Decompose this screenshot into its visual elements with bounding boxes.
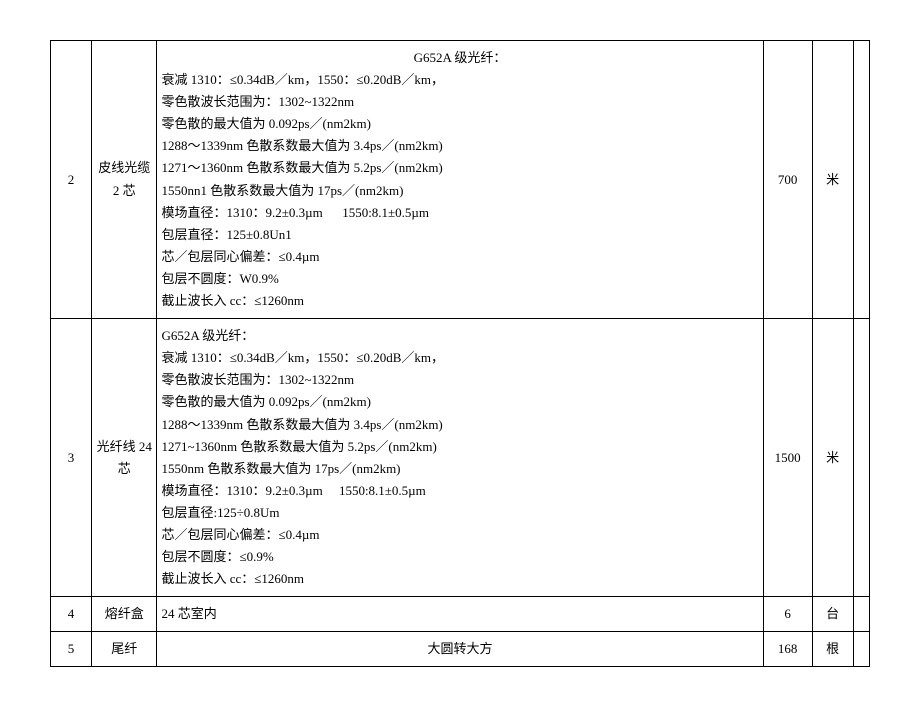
cell-num: 5 xyxy=(51,632,92,667)
cell-extra xyxy=(853,597,869,632)
spec-line: 截止波长入 cc：≤1260nm xyxy=(161,290,758,312)
cell-unit: 台 xyxy=(812,597,853,632)
spec-line: 模场直径：1310：9.2±0.3µm 1550:8.1±0.5µm xyxy=(161,202,758,224)
cell-extra xyxy=(853,632,869,667)
spec-line: 芯／包层同心偏差：≤0.4µm xyxy=(161,524,758,546)
spec-line: G652A 级光纤： xyxy=(161,325,758,347)
spec-line: 衰减 1310：≤0.34dB／km，1550：≤0.20dB／km， xyxy=(161,69,758,91)
spec-table: 2 皮线光缆 2 芯 G652A 级光纤： 衰减 1310：≤0.34dB／km… xyxy=(50,40,870,667)
cell-spec: 大圆转大方 xyxy=(157,632,763,667)
spec-line: 包层直径:125÷0.8Um xyxy=(161,502,758,524)
cell-spec: G652A 级光纤： 衰减 1310：≤0.34dB／km，1550：≤0.20… xyxy=(157,41,763,319)
spec-line: 1271～1360nm 色散系数最大值为 5.2ps／(nm2km) xyxy=(161,157,758,179)
spec-line: 截止波长入 cc：≤1260nm xyxy=(161,568,758,590)
cell-qty: 168 xyxy=(763,632,812,667)
spec-line: 零色散的最大值为 0.092ps／(nm2km) xyxy=(161,113,758,135)
spec-line: 包层直径：125±0.8Un1 xyxy=(161,224,758,246)
spec-line: 模场直径：1310：9.2±0.3µm 1550:8.1±0.5µm xyxy=(161,480,758,502)
cell-unit: 米 xyxy=(812,41,853,319)
spec-line: 零色散的最大值为 0.092ps／(nm2km) xyxy=(161,391,758,413)
spec-line: 零色散波长范围为：1302~1322nm xyxy=(161,369,758,391)
spec-line: 衰减 1310：≤0.34dB／km，1550：≤0.20dB／km， xyxy=(161,347,758,369)
spec-line: 零色散波长范围为：1302~1322nm xyxy=(161,91,758,113)
spec-header: G652A 级光纤： xyxy=(161,47,758,69)
cell-qty: 1500 xyxy=(763,319,812,597)
spec-line: 1271~1360nm 色散系数最大值为 5.2ps／(nm2km) xyxy=(161,436,758,458)
spec-line: 包层不圆度：W0.9% xyxy=(161,268,758,290)
cell-unit: 根 xyxy=(812,632,853,667)
cell-name: 熔纤盒 xyxy=(91,597,157,632)
spec-line: 芯／包层同心偏差：≤0.4µm xyxy=(161,246,758,268)
cell-extra xyxy=(853,319,869,597)
cell-num: 2 xyxy=(51,41,92,319)
table-row: 2 皮线光缆 2 芯 G652A 级光纤： 衰减 1310：≤0.34dB／km… xyxy=(51,41,870,319)
table-row: 5 尾纤 大圆转大方 168 根 xyxy=(51,632,870,667)
cell-spec: G652A 级光纤： 衰减 1310：≤0.34dB／km，1550：≤0.20… xyxy=(157,319,763,597)
cell-extra xyxy=(853,41,869,319)
cell-name: 皮线光缆 2 芯 xyxy=(91,41,157,319)
cell-num: 3 xyxy=(51,319,92,597)
spec-line: 24 芯室内 xyxy=(161,603,758,625)
cell-spec: 24 芯室内 xyxy=(157,597,763,632)
cell-qty: 6 xyxy=(763,597,812,632)
spec-line: 1550nn1 色散系数最大值为 17ps／(nm2km) xyxy=(161,180,758,202)
table-row: 3 光纤线 24 芯 G652A 级光纤： 衰减 1310：≤0.34dB／km… xyxy=(51,319,870,597)
table-row: 4 熔纤盒 24 芯室内 6 台 xyxy=(51,597,870,632)
cell-qty: 700 xyxy=(763,41,812,319)
spec-line: 1288～1339nm 色散系数最大值为 3.4ps／(nm2km) xyxy=(161,414,758,436)
cell-num: 4 xyxy=(51,597,92,632)
spec-line: 1550nm 色散系数最大值为 17ps／(nm2km) xyxy=(161,458,758,480)
spec-line: 包层不圆度：≤0.9% xyxy=(161,546,758,568)
cell-name: 尾纤 xyxy=(91,632,157,667)
cell-name: 光纤线 24 芯 xyxy=(91,319,157,597)
cell-unit: 米 xyxy=(812,319,853,597)
spec-line: 1288～1339nm 色散系数最大值为 3.4ps／(nm2km) xyxy=(161,135,758,157)
